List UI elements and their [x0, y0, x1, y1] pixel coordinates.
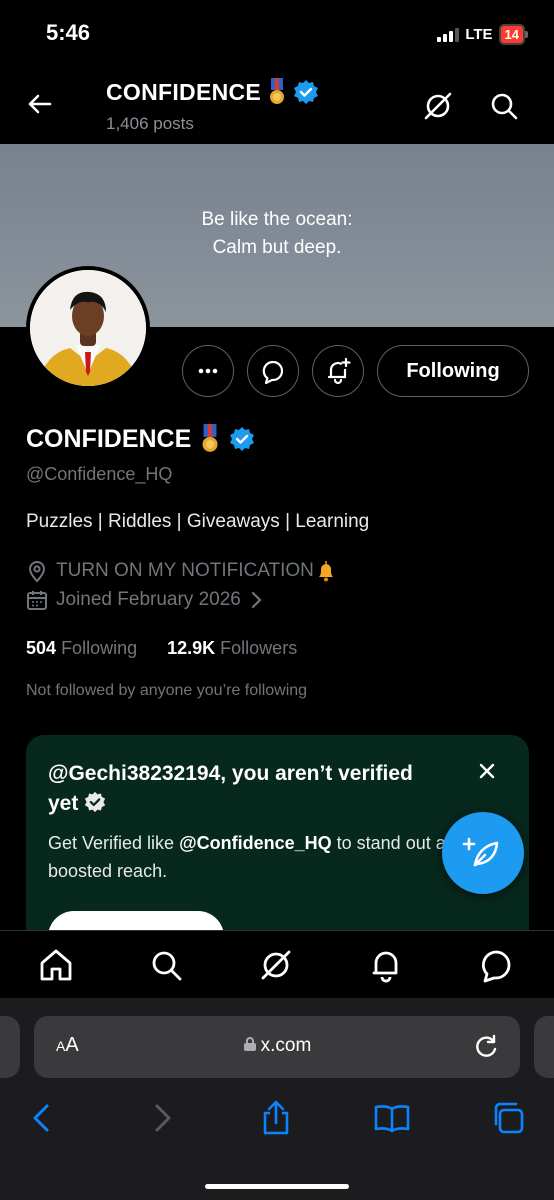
- followers-count: 12.9K: [167, 638, 216, 658]
- search-icon: [152, 951, 182, 981]
- status-time: 5:46: [46, 20, 91, 45]
- compose-feather-icon: [462, 837, 499, 867]
- reload-icon: [476, 1034, 497, 1057]
- chevron-right-icon: [155, 1104, 171, 1132]
- profile-handle: @Confidence_HQ: [26, 464, 173, 484]
- nav-post-count: 1,406 posts: [106, 114, 194, 133]
- avatar-image: [30, 270, 146, 386]
- not-followed-note: Not followed by anyone you’re following: [26, 682, 308, 699]
- url-text-wrap: x.com: [34, 1035, 520, 1057]
- verify-card-body-handle: @Confidence_HQ: [179, 833, 332, 853]
- bell-plus-icon: [327, 357, 351, 385]
- tab-search[interactable]: [144, 943, 188, 987]
- bell-icon: [372, 951, 398, 983]
- chat-bubble-icon: [482, 950, 511, 983]
- verify-card-close-button[interactable]: [475, 759, 499, 783]
- compose-button[interactable]: [442, 812, 524, 894]
- banner-text: Be like the ocean: Calm but deep.: [0, 206, 554, 262]
- close-icon: [479, 763, 495, 779]
- chevron-left-icon: [33, 1104, 49, 1132]
- following-button[interactable]: Following: [377, 345, 529, 397]
- following-count: 504: [26, 638, 57, 658]
- browser-back-button[interactable]: [22, 1098, 62, 1138]
- lock-icon: [243, 1037, 256, 1051]
- profile-name-row: CONFIDENCE: [26, 424, 255, 454]
- calendar-icon: [27, 591, 47, 610]
- verified-badge-icon: [294, 80, 319, 104]
- bottom-tab-bar: [0, 930, 554, 998]
- chat-bubble-icon: [262, 360, 284, 385]
- signal-icon: [437, 27, 460, 42]
- verify-card-body-prefix: Get Verified like: [48, 833, 180, 853]
- medal-icon: [270, 78, 285, 104]
- url-text: x.com: [260, 1035, 312, 1056]
- profile-joined: Joined February 2026: [26, 589, 263, 611]
- tab-messages[interactable]: [474, 943, 518, 987]
- search-button[interactable]: [484, 86, 524, 126]
- address-bar[interactable]: AA x.com: [34, 1016, 520, 1078]
- book-icon: [374, 1105, 410, 1133]
- tabs-button[interactable]: [488, 1098, 528, 1138]
- nav-title: CONFIDENCE: [106, 78, 319, 106]
- followers-count-link[interactable]: 12.9K Followers: [167, 638, 297, 659]
- status-bar: 5:46 LTE 14: [0, 0, 554, 70]
- followers-label: Followers: [220, 638, 298, 658]
- tab-notifications[interactable]: [364, 943, 408, 987]
- location-text: TURN ON MY NOTIFICATION: [56, 560, 314, 581]
- battery-icon: 14: [498, 24, 528, 45]
- share-button[interactable]: [256, 1098, 296, 1138]
- nav-title-name: CONFIDENCE: [106, 78, 262, 105]
- bell-emoji-icon: [318, 561, 333, 582]
- banner-line-2: Calm but deep.: [212, 237, 342, 258]
- banner-line-1: Be like the ocean:: [201, 209, 353, 230]
- more-icon: [198, 368, 218, 374]
- verify-card-title: @Gechi38232194, you aren’t verified yet: [48, 759, 448, 819]
- tabs-icon: [494, 1102, 524, 1134]
- home-icon: [40, 949, 72, 981]
- grok-icon: [261, 950, 291, 980]
- arrow-left-icon: [28, 94, 52, 114]
- bookmarks-button[interactable]: [372, 1098, 412, 1138]
- network-label: LTE: [465, 26, 493, 43]
- profile-name: CONFIDENCE: [26, 424, 192, 453]
- chevron-right-icon: [251, 591, 262, 609]
- profile-location: TURN ON MY NOTIFICATION: [26, 559, 338, 583]
- tab-grok[interactable]: [254, 943, 298, 987]
- tab-home[interactable]: [34, 943, 78, 987]
- browser-toolbar: AA x.com: [0, 998, 554, 1200]
- medal-icon: [202, 424, 218, 452]
- joined-text[interactable]: Joined February 2026: [56, 589, 241, 611]
- search-icon: [491, 93, 518, 120]
- grok-icon: [424, 92, 452, 120]
- verified-badge-icon: [85, 791, 106, 813]
- notify-button[interactable]: [312, 345, 364, 397]
- grok-button[interactable]: [418, 86, 458, 126]
- status-right: LTE 14: [437, 24, 528, 45]
- home-indicator: [205, 1184, 349, 1189]
- avatar[interactable]: [26, 266, 150, 390]
- profile-bio: Puzzles | Riddles | Giveaways | Learning: [26, 511, 370, 532]
- follow-counts: 504 Following 12.9K Followers: [26, 638, 297, 659]
- previous-tab-preview[interactable]: [0, 1016, 20, 1078]
- following-label: Following: [61, 638, 138, 658]
- more-options-button[interactable]: [182, 345, 234, 397]
- next-tab-preview[interactable]: [534, 1016, 554, 1078]
- verified-badge-icon[interactable]: [229, 426, 255, 452]
- share-icon: [263, 1100, 289, 1135]
- location-pin-icon: [28, 561, 46, 583]
- browser-forward-button[interactable]: [142, 1098, 182, 1138]
- message-button[interactable]: [247, 345, 299, 397]
- reload-button[interactable]: [472, 1032, 502, 1062]
- back-button[interactable]: [20, 84, 60, 124]
- battery-level: 14: [498, 24, 525, 45]
- following-count-link[interactable]: 504 Following: [26, 638, 137, 659]
- profile-header: CONFIDENCE 1,406 posts: [0, 70, 554, 144]
